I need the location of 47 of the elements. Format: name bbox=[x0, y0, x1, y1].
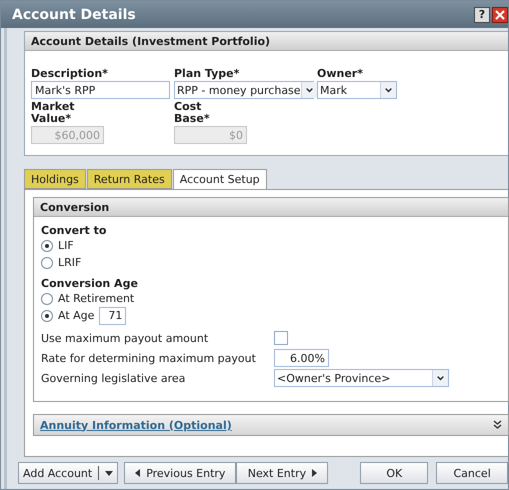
window-title: Account Details bbox=[12, 6, 136, 22]
caret-icon bbox=[300, 82, 317, 98]
tab[interactable]: Account Setup bbox=[172, 169, 267, 189]
caret-icon bbox=[105, 470, 114, 476]
group-header: Conversion bbox=[34, 198, 508, 217]
radio-button[interactable] bbox=[41, 240, 53, 252]
dropdown[interactable]: RPP - money purchase bbox=[174, 81, 314, 99]
radio-label: At Retirement bbox=[58, 292, 134, 305]
right-arrow-icon bbox=[312, 469, 318, 477]
field-label: Description* bbox=[31, 66, 109, 81]
age-field[interactable]: 71 bbox=[99, 306, 126, 324]
tab[interactable]: Holdings bbox=[24, 169, 86, 189]
group-label: Convert to bbox=[41, 224, 108, 237]
setting-label: Use maximum payout amount bbox=[41, 332, 210, 344]
add-account-button[interactable]: Add Account bbox=[18, 462, 118, 484]
field-label: Plan Type* bbox=[174, 66, 240, 81]
field-label: Owner* bbox=[317, 66, 364, 81]
group-label: Conversion Age bbox=[41, 277, 139, 290]
chevron-icon[interactable] bbox=[493, 420, 502, 430]
dialog-button[interactable]: Cancel bbox=[436, 462, 508, 484]
dropdown[interactable]: <Owner's Province> bbox=[274, 369, 449, 387]
setting-label: Rate for determining maximum payout bbox=[41, 352, 257, 364]
text-field[interactable]: Mark's RPP bbox=[31, 81, 170, 99]
close-icon[interactable] bbox=[492, 6, 508, 22]
dropdown[interactable]: Mark bbox=[317, 81, 397, 99]
rate-field[interactable]: 6.00% bbox=[274, 349, 329, 367]
radio-button[interactable] bbox=[41, 292, 53, 304]
caret-icon bbox=[432, 370, 448, 386]
radio-label: LIF bbox=[58, 239, 74, 252]
left-arrow-icon bbox=[135, 469, 140, 477]
radio-label: At Age bbox=[58, 309, 94, 322]
setting-label: Governing legislative area bbox=[41, 372, 186, 384]
previous-button[interactable]: Previous Entry bbox=[124, 462, 236, 484]
caret-icon bbox=[380, 82, 396, 98]
annuity-bar[interactable]: Annuity Information (Optional) bbox=[33, 414, 509, 436]
radio-button[interactable] bbox=[41, 310, 53, 322]
panel-header: Account Details (Investment Portfolio) bbox=[25, 32, 508, 51]
field-label: Cost Base* bbox=[174, 100, 211, 126]
radio-label: LRIF bbox=[58, 256, 82, 269]
checkbox[interactable] bbox=[274, 331, 288, 345]
dialog-button[interactable]: OK bbox=[360, 462, 428, 484]
radio-button[interactable] bbox=[41, 256, 53, 268]
next-button[interactable]: Next Entry bbox=[236, 462, 328, 484]
annuity-link[interactable]: Annuity Information (Optional) bbox=[40, 418, 232, 432]
help-button[interactable]: ? bbox=[474, 6, 490, 22]
field-label: Market Value* bbox=[31, 100, 76, 126]
tab[interactable]: Return Rates bbox=[86, 169, 172, 189]
